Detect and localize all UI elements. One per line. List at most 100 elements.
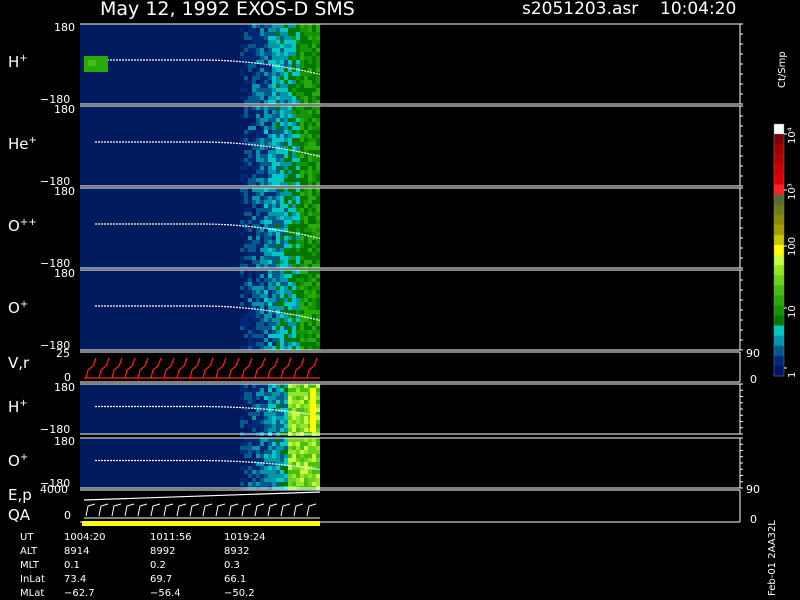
o-plus-panel-cell xyxy=(240,318,244,322)
he-plus-panel-cell xyxy=(252,154,256,158)
o-plus-plus-panel-cell xyxy=(300,216,304,220)
he-plus-panel-cell xyxy=(256,170,260,174)
o-plus-panel-cell xyxy=(276,338,280,342)
h-plus-2-panel-cell xyxy=(296,384,300,388)
h-plus-panel-cell xyxy=(264,24,268,28)
o-plus-plus-panel-cell xyxy=(280,256,284,260)
he-plus-panel-cell xyxy=(252,126,256,130)
he-plus-panel-cell xyxy=(284,118,288,122)
o-plus-panel-cell xyxy=(300,298,304,302)
o-plus-2-panel-cell xyxy=(284,470,288,474)
h-plus-panel-cell xyxy=(304,92,308,96)
h-plus-panel-cell xyxy=(280,32,284,36)
he-plus-panel-cell xyxy=(248,170,252,174)
h-plus-panel-cell xyxy=(272,44,276,48)
h-plus-2-panel-cell xyxy=(292,384,296,388)
o-plus-panel-cell xyxy=(304,334,308,338)
o-plus-panel-cell xyxy=(292,342,296,346)
o-plus-plus-panel-cell xyxy=(288,224,292,228)
footer-value: 1019:24 xyxy=(224,532,266,543)
o-plus-plus-panel-cell xyxy=(284,188,288,192)
h-plus-panel-cell xyxy=(296,52,300,56)
h-plus-2-panel-cell xyxy=(284,396,288,400)
o-plus-2-panel-cell xyxy=(276,450,280,454)
h-plus-panel-cell xyxy=(280,28,284,32)
o-plus-panel-cell xyxy=(268,270,272,274)
o-plus-panel-cell xyxy=(312,270,316,274)
o-plus-plus-panel-cell xyxy=(276,252,280,256)
o-plus-plus-panel-cell xyxy=(312,256,316,260)
o-plus-panel-cell xyxy=(252,298,256,302)
h-plus-panel-cell xyxy=(312,60,316,64)
o-plus-panel-cell xyxy=(272,326,276,330)
o-plus-plus-panel-cell xyxy=(248,188,252,192)
he-plus-panel-cell xyxy=(240,146,244,150)
o-plus-plus-panel-cell xyxy=(288,264,292,268)
he-plus-panel-cell xyxy=(304,170,308,174)
h-plus-panel-cell xyxy=(276,40,280,44)
o-plus-2-panel-cell xyxy=(292,482,296,486)
o-plus-plus-panel-cell xyxy=(260,256,264,260)
o-plus-panel-cell xyxy=(284,298,288,302)
o-plus-plus-panel-cell xyxy=(316,240,320,244)
o-plus-panel-cell xyxy=(264,338,268,342)
h-plus-panel-cell xyxy=(260,36,264,40)
he-plus-panel-cell xyxy=(308,138,312,142)
o-plus-2-panel-cell xyxy=(300,446,304,450)
o-plus-plus-panel-cell xyxy=(276,192,280,196)
he-plus-panel-cell xyxy=(252,174,256,178)
he-plus-panel-cell xyxy=(284,138,288,142)
o-plus-2-panel-cell xyxy=(312,442,316,446)
he-plus-panel-cell xyxy=(308,178,312,182)
h-plus-2-panel-cell xyxy=(260,392,264,396)
h-plus-panel-cell xyxy=(276,80,280,84)
h-plus-2-label: H+ xyxy=(8,398,28,416)
o-plus-2-panel-cell xyxy=(296,470,300,474)
o-plus-2-panel-cell xyxy=(280,446,284,450)
he-plus-panel-cell xyxy=(312,114,316,118)
o-plus-panel-cell xyxy=(240,274,244,278)
h-plus-panel-cell xyxy=(316,32,320,36)
o-plus-plus-panel-cell xyxy=(296,220,300,224)
o-plus-2-panel-cell xyxy=(284,438,288,442)
o-plus-plus-panel-cell xyxy=(244,236,248,240)
o-plus-plus-panel-cell xyxy=(292,196,296,200)
o-plus-panel-cell xyxy=(260,290,264,294)
o-plus-plus-panel-cell xyxy=(284,236,288,240)
footer-value: 0.3 xyxy=(224,560,240,571)
o-plus-plus-panel-cell xyxy=(300,208,304,212)
o-plus-plus-panel-cell xyxy=(296,228,300,232)
he-plus-panel-cell xyxy=(256,174,260,178)
o-plus-panel-cell xyxy=(280,278,284,282)
o-plus-plus-panel-cell xyxy=(248,212,252,216)
h-plus-panel-cell xyxy=(276,48,280,52)
he-plus-panel-cell xyxy=(292,154,296,158)
he-plus-panel-cell xyxy=(300,106,304,110)
o-plus-panel-cell xyxy=(276,302,280,306)
o-plus-plus-panel-cell xyxy=(272,188,276,192)
colorbar-segment xyxy=(774,265,784,276)
he-plus-panel-cell xyxy=(268,130,272,134)
o-plus-panel-cell xyxy=(264,306,268,310)
o-plus-panel-cell xyxy=(264,298,268,302)
o-plus-2-panel-cell xyxy=(300,470,304,474)
o-plus-plus-panel-cell xyxy=(288,212,292,216)
h-plus-panel-cell xyxy=(252,76,256,80)
h-plus-panel-cell xyxy=(268,88,272,92)
h-plus-2-panel-cell xyxy=(280,428,284,432)
o-plus-panel-cell xyxy=(280,274,284,278)
o-plus-plus-panel-cell xyxy=(292,256,296,260)
o-plus-panel-cell xyxy=(260,314,264,318)
he-plus-panel-cell xyxy=(296,130,300,134)
o-plus-panel-cell xyxy=(256,334,260,338)
o-plus-plus-panel-cell xyxy=(240,252,244,256)
o-plus-panel-cell xyxy=(288,306,292,310)
o-plus-2-panel-cell xyxy=(268,474,272,478)
he-plus-panel-cell xyxy=(276,106,280,110)
h-plus-2-panel-cell xyxy=(304,396,308,400)
o-plus-panel-cell xyxy=(280,302,284,306)
h-plus-panel-cell xyxy=(296,76,300,80)
o-plus-panel-cell xyxy=(308,306,312,310)
h-plus-2-panel-cell xyxy=(268,428,272,432)
o-plus-panel-cell xyxy=(276,286,280,290)
